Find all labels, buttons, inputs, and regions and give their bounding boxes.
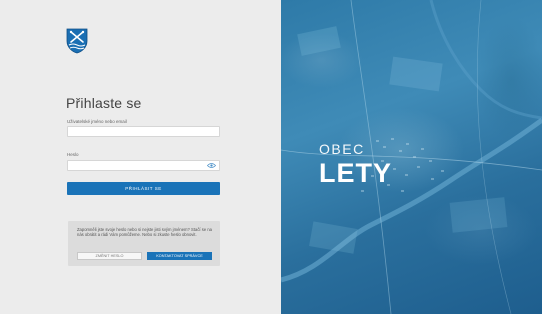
password-label: Heslo — [67, 152, 79, 157]
login-title: Přihlaste se — [66, 95, 142, 111]
aerial-village-image — [281, 0, 542, 314]
login-button[interactable]: Přihlásit se — [67, 182, 220, 195]
login-panel: Přihlaste se Uživatelské jméno nebo emai… — [0, 0, 281, 314]
brand-lety: LETY — [319, 158, 393, 188]
username-input[interactable] — [67, 126, 220, 137]
brand-obec: OBEC — [319, 141, 365, 157]
help-box: Zapomněli jste svoje heslo nebo si nejst… — [68, 221, 220, 266]
reset-password-button[interactable]: Změnit heslo — [77, 252, 142, 260]
aerial-photo-panel: OBEC LETY — [281, 0, 542, 314]
municipal-crest-icon — [66, 28, 88, 54]
help-text: Zapomněli jste svoje heslo nebo si nejst… — [77, 227, 212, 238]
contact-admin-button[interactable]: Kontaktovat správce — [147, 252, 212, 260]
password-input[interactable] — [67, 160, 220, 171]
username-label: Uživatelské jméno nebo email — [67, 119, 127, 124]
show-password-eye-icon[interactable] — [207, 162, 216, 169]
